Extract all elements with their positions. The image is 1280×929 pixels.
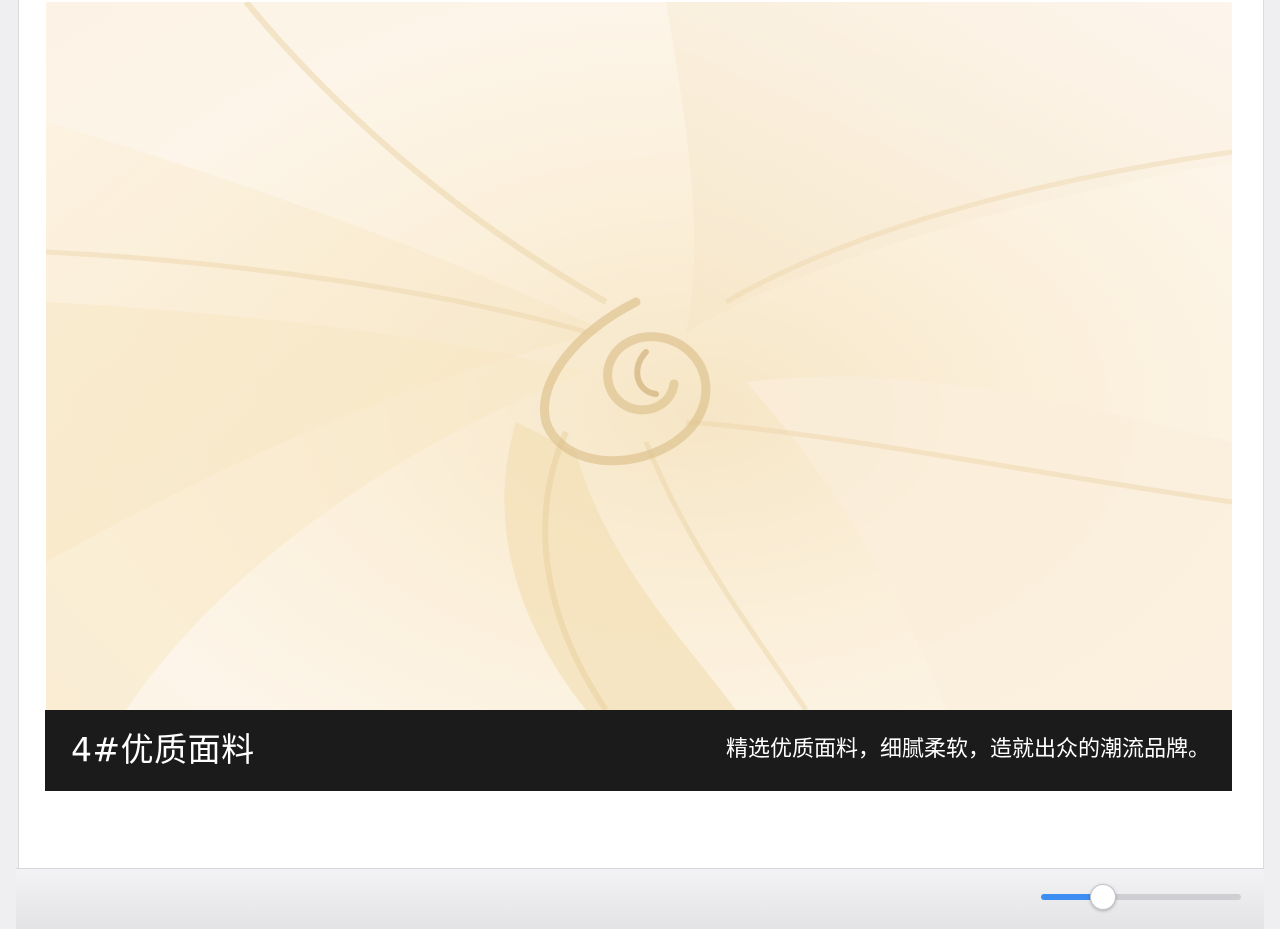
zoom-slider[interactable] — [1041, 884, 1241, 910]
caption-bar: 4#优质面料 精选优质面料，细腻柔软，造就出众的潮流品牌。 — [45, 710, 1232, 791]
caption-description: 精选优质面料，细腻柔软，造就出众的潮流品牌。 — [725, 737, 1210, 762]
slider-thumb[interactable] — [1090, 884, 1116, 910]
fabric-swirl-photo — [46, 2, 1232, 710]
caption-title: 4#优质面料 — [71, 730, 255, 769]
fabric-product-image — [46, 2, 1232, 710]
